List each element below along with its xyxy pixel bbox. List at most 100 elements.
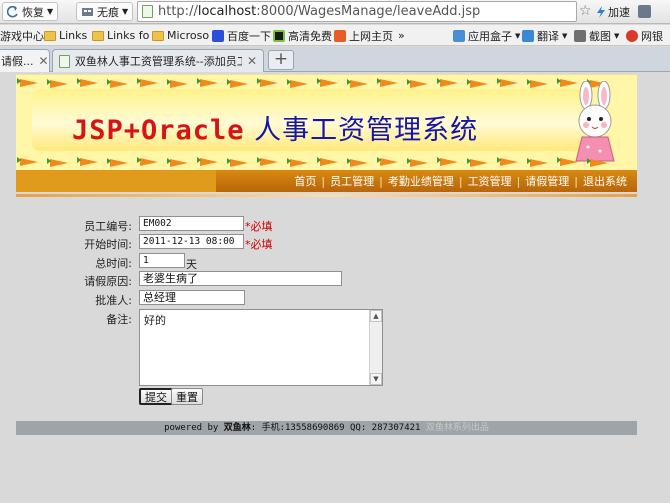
employee-no-label: 员工编号: (84, 220, 132, 233)
page-icon (59, 54, 70, 68)
bookmark-links[interactable]: Links (44, 25, 87, 46)
nav-attendance-link[interactable]: 考勤业绩管理 (388, 173, 454, 189)
tab-leave[interactable]: 请假... ✕ (0, 49, 50, 72)
paw-icon (212, 29, 224, 42)
remark-textarea[interactable]: 好的 ▲ ▼ (139, 309, 383, 386)
url-host: localhost (197, 4, 257, 19)
translate-button[interactable]: 翻译 ▼ (522, 25, 567, 46)
start-time-row: 开始时间: 2011-12-13 08:00 *必填 (0, 234, 670, 252)
bookmark-label: 高清免费 (288, 29, 332, 43)
bookmark-label: » (398, 29, 405, 42)
bookmark-label: 上网主页 (349, 29, 393, 43)
day-unit-label: 天 (186, 258, 197, 271)
nav-employee-link[interactable]: 员工管理 (330, 173, 374, 189)
submit-button[interactable]: 提交 (139, 388, 173, 405)
bookmark-links-fo[interactable]: Links fo (92, 25, 149, 46)
menu-icon (638, 5, 651, 18)
remark-text: 好的 (144, 314, 166, 327)
bookmark-label: 游戏中心 (0, 29, 44, 43)
url-path: :8000/WagesManage/leaveAdd.jsp (256, 4, 481, 19)
folder-icon (92, 30, 104, 41)
bookmark-microsoft[interactable]: Microso (152, 25, 209, 46)
site-banner: JSP+Oracle 人事工资管理系统 (16, 74, 637, 170)
tab-label: 请假... (1, 55, 34, 68)
incognito-icon (82, 7, 93, 16)
approver-input[interactable]: 总经理 (139, 290, 245, 305)
total-time-input[interactable]: 1 (139, 253, 185, 268)
footer-brand: 双鱼林系列出品 (425, 423, 489, 433)
carrot-border-icon (17, 157, 608, 167)
bookmark-label: Microso (167, 29, 210, 42)
start-time-input[interactable]: 2011-12-13 08:00 (139, 234, 244, 249)
nav-separator: | (458, 174, 463, 188)
bookmark-label: 翻译 (537, 29, 559, 43)
employee-no-input[interactable]: EM002 (139, 216, 244, 231)
chevron-down-icon: ▼ (515, 31, 521, 40)
nav-wages-link[interactable]: 工资管理 (468, 173, 512, 189)
approver-label: 批准人: (95, 294, 132, 307)
approver-row: 批准人: 总经理 (0, 290, 670, 308)
tab-add-employee[interactable]: 双鱼林人事工资管理系统--添加员工... ✕ (52, 49, 264, 72)
bookmark-homepage[interactable]: 上网主页 (334, 25, 393, 46)
bookmark-game-center[interactable]: 游戏中心 (0, 25, 44, 46)
reset-button[interactable]: 重置 (171, 388, 203, 405)
bookmark-label: 应用盒子 (468, 29, 512, 43)
screenshot-button[interactable]: 截图 ▼ (574, 25, 619, 46)
total-time-label: 总时间: (95, 257, 132, 270)
reason-row: 请假原因: 老婆生病了 (0, 271, 670, 289)
back-label: 恢复 (22, 5, 44, 19)
nav-leave-link[interactable]: 请假管理 (525, 173, 569, 189)
new-tab-button[interactable]: + (268, 50, 294, 70)
reason-input[interactable]: 老婆生病了 (139, 271, 342, 286)
bank-icon (626, 29, 638, 42)
url-text[interactable]: http://localhost:8000/WagesManage/leaveA… (158, 4, 480, 19)
url-prefix: http:// (158, 4, 198, 19)
tab-label: 双鱼林人事工资管理系统--添加员工... (74, 55, 242, 68)
close-icon[interactable]: ✕ (247, 54, 257, 68)
scroll-up-icon[interactable]: ▲ (370, 310, 382, 322)
accelerate-button[interactable]: 加速 (596, 2, 630, 21)
footer-contact: : 手机:13558690869 QQ: 287307421 (250, 423, 426, 433)
incognito-label: 无痕 (97, 5, 119, 19)
chevron-down-icon: ▼ (614, 31, 620, 40)
textarea-scrollbar[interactable]: ▲ ▼ (369, 310, 382, 385)
bookmark-hd-free[interactable]: 高清免费 (273, 25, 332, 46)
nav-separator: | (321, 174, 326, 188)
folder-icon (152, 30, 164, 41)
bunny-mascot-icon (575, 81, 615, 162)
reason-label: 请假原因: (84, 275, 132, 288)
nav-links: 首页 | 员工管理 | 考勤业绩管理 | 工资管理 | 请假管理 | 退出系统 (294, 170, 627, 192)
movie-icon (273, 29, 285, 42)
footer-powered: powered by (164, 423, 224, 433)
bookmark-label: Links (59, 29, 88, 42)
online-banking-button[interactable]: 网银 (626, 25, 663, 46)
address-bar[interactable]: http://localhost:8000/WagesManage/leaveA… (137, 1, 577, 22)
nav-home-link[interactable]: 首页 (294, 173, 316, 189)
main-nav: 首页 | 员工管理 | 考勤业绩管理 | 工资管理 | 请假管理 | 退出系统 (16, 170, 637, 192)
site-title-cn: 人事工资管理系统 (244, 115, 479, 146)
nav-separator: | (574, 174, 578, 188)
incognito-button[interactable]: 无痕 ▼ (76, 2, 134, 21)
scroll-down-icon[interactable]: ▼ (370, 373, 382, 385)
page-icon (142, 5, 153, 18)
lightning-icon (597, 5, 605, 18)
bookmark-label: 网银 (641, 29, 663, 43)
required-marker: *必填 (245, 220, 273, 233)
nav-underline (16, 194, 637, 197)
site-title-en: JSP+Oracle (72, 115, 245, 146)
bookmark-label: Links fo (107, 29, 150, 42)
remark-label: 备注: (106, 313, 132, 326)
nav-logout-link[interactable]: 退出系统 (583, 173, 627, 189)
bookmark-label: 百度一下 (227, 29, 271, 43)
back-button[interactable]: 恢复 ▼ (2, 2, 59, 21)
translate-icon (522, 29, 534, 42)
app-box-button[interactable]: 应用盒子 ▼ (453, 25, 520, 46)
close-icon[interactable]: ✕ (39, 54, 49, 68)
total-time-row: 总时间: 1 天 (0, 253, 670, 271)
plus-icon: + (273, 49, 289, 69)
toolbar-extra[interactable] (638, 2, 651, 21)
back-arrow-icon (7, 5, 18, 17)
bookmark-baidu[interactable]: 百度一下 (212, 25, 271, 46)
bookmark-star-icon[interactable]: ☆ (579, 3, 592, 19)
bookmarks-overflow[interactable]: » (398, 25, 405, 46)
